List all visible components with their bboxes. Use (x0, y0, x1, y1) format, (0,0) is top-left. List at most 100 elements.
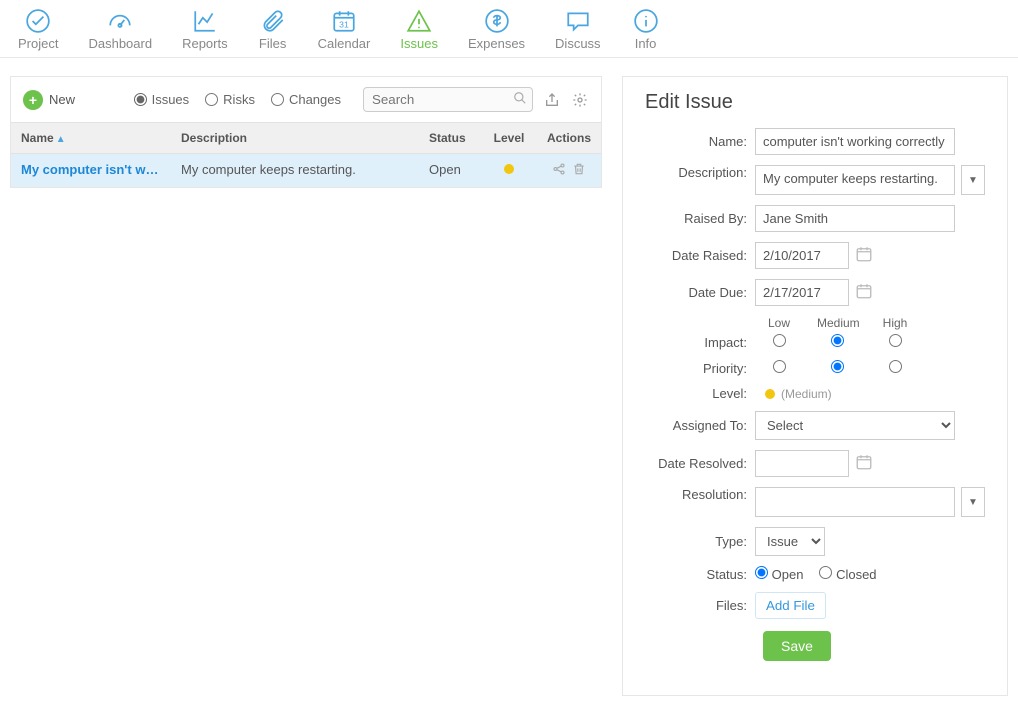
nav-label: Project (18, 36, 58, 51)
chat-bubble-icon (563, 8, 593, 34)
label-impact: Impact: (645, 335, 755, 350)
export-icon[interactable] (543, 92, 561, 108)
label-resolution: Resolution: (645, 487, 755, 502)
resolution-field[interactable] (755, 487, 955, 517)
nav-label: Files (259, 36, 286, 51)
priority-medium-radio[interactable] (831, 360, 844, 373)
level-text: (Medium) (781, 387, 832, 401)
svg-text:31: 31 (339, 20, 349, 30)
info-circle-icon (631, 8, 661, 34)
nav-info[interactable]: Info (631, 8, 661, 51)
row-description: My computer keeps restarting. (171, 154, 419, 187)
impact-header-low: Low (759, 316, 799, 330)
date-due-field[interactable] (755, 279, 849, 306)
add-file-button[interactable]: Add File (755, 592, 826, 619)
filter-changes-radio[interactable]: Changes (271, 92, 341, 107)
dollar-circle-icon (482, 8, 512, 34)
priority-low-radio[interactable] (773, 360, 786, 373)
nav-expenses[interactable]: Expenses (468, 8, 525, 51)
nav-label: Reports (182, 36, 228, 51)
warning-triangle-icon (404, 8, 434, 34)
nav-label: Discuss (555, 36, 601, 51)
row-name-link[interactable]: My computer isn't wor... (11, 154, 171, 187)
impact-high-radio[interactable] (889, 334, 902, 347)
col-header-description[interactable]: Description (171, 123, 419, 153)
nav-label: Dashboard (88, 36, 152, 51)
label-assigned-to: Assigned To: (645, 418, 755, 433)
col-header-level[interactable]: Level (481, 123, 537, 153)
col-header-actions: Actions (537, 123, 601, 153)
search-icon (513, 91, 527, 108)
grid-header: Name▲ Description Status Level Actions (11, 122, 601, 154)
nav-reports[interactable]: Reports (182, 8, 228, 51)
edit-issue-panel: Edit Issue Name: Description: My compute… (622, 76, 1008, 696)
level-dot-icon (765, 389, 775, 399)
priority-high-radio[interactable] (889, 360, 902, 373)
filter-issues-radio[interactable]: Issues (134, 92, 190, 107)
save-button[interactable]: Save (763, 631, 831, 661)
gauge-icon (105, 8, 135, 34)
label-type: Type: (645, 534, 755, 549)
raised-by-field[interactable] (755, 205, 955, 232)
impact-header-medium: Medium (817, 316, 857, 330)
label-status: Status: (645, 567, 755, 582)
impact-header-high: High (875, 316, 915, 330)
name-field[interactable] (755, 128, 955, 155)
label-files: Files: (645, 598, 755, 613)
new-button[interactable]: + New (23, 90, 75, 110)
nav-issues[interactable]: Issues (400, 8, 438, 51)
status-closed-radio[interactable]: Closed (819, 566, 876, 582)
label-raised-by: Raised By: (645, 211, 755, 226)
nav-label: Issues (400, 36, 438, 51)
description-field[interactable]: My computer keeps restarting. (755, 165, 955, 195)
trash-icon[interactable] (572, 162, 586, 179)
date-resolved-field[interactable] (755, 450, 849, 477)
label-priority: Priority: (645, 361, 755, 376)
paperclip-icon (258, 8, 288, 34)
table-row[interactable]: My computer isn't wor... My computer kee… (11, 154, 601, 187)
form-title: Edit Issue (645, 91, 985, 114)
check-circle-icon (23, 8, 53, 34)
new-label: New (49, 92, 75, 107)
col-header-name[interactable]: Name▲ (11, 123, 171, 153)
row-level (481, 154, 537, 187)
calendar-picker-icon[interactable] (855, 282, 873, 303)
impact-medium-radio[interactable] (831, 334, 844, 347)
nav-label: Calendar (318, 36, 371, 51)
nav-project[interactable]: Project (18, 8, 58, 51)
chart-line-icon (190, 8, 220, 34)
calendar-icon: 31 (329, 8, 359, 34)
calendar-picker-icon[interactable] (855, 245, 873, 266)
calendar-picker-icon[interactable] (855, 453, 873, 474)
nav-label: Expenses (468, 36, 525, 51)
gear-icon[interactable] (571, 92, 589, 108)
top-nav: Project Dashboard Reports Files 31 Calen… (0, 0, 1018, 58)
type-select[interactable]: Issue (755, 527, 825, 556)
nav-files[interactable]: Files (258, 8, 288, 51)
status-open-radio[interactable]: Open (755, 566, 803, 582)
plus-icon: + (23, 90, 43, 110)
share-icon[interactable] (552, 162, 566, 179)
nav-dashboard[interactable]: Dashboard (88, 8, 152, 51)
sort-asc-icon: ▲ (56, 134, 66, 145)
search-input[interactable] (363, 87, 533, 112)
label-date-raised: Date Raised: (645, 248, 755, 263)
label-date-due: Date Due: (645, 285, 755, 300)
label-level: Level: (645, 386, 755, 401)
nav-calendar[interactable]: 31 Calendar (318, 8, 371, 51)
nav-discuss[interactable]: Discuss (555, 8, 601, 51)
issues-list-panel: + New Issues Risks Changes Name▲ Descrip… (10, 76, 602, 188)
nav-label: Info (635, 36, 657, 51)
date-raised-field[interactable] (755, 242, 849, 269)
label-date-resolved: Date Resolved: (645, 456, 755, 471)
row-status: Open (419, 154, 481, 187)
label-description: Description: (645, 165, 755, 180)
level-dot-icon (504, 164, 514, 174)
assigned-to-select[interactable]: Select (755, 411, 955, 440)
description-expand-button[interactable]: ▼ (961, 165, 985, 195)
col-header-status[interactable]: Status (419, 123, 481, 153)
filter-risks-radio[interactable]: Risks (205, 92, 255, 107)
impact-low-radio[interactable] (773, 334, 786, 347)
label-name: Name: (645, 134, 755, 149)
resolution-expand-button[interactable]: ▼ (961, 487, 985, 517)
